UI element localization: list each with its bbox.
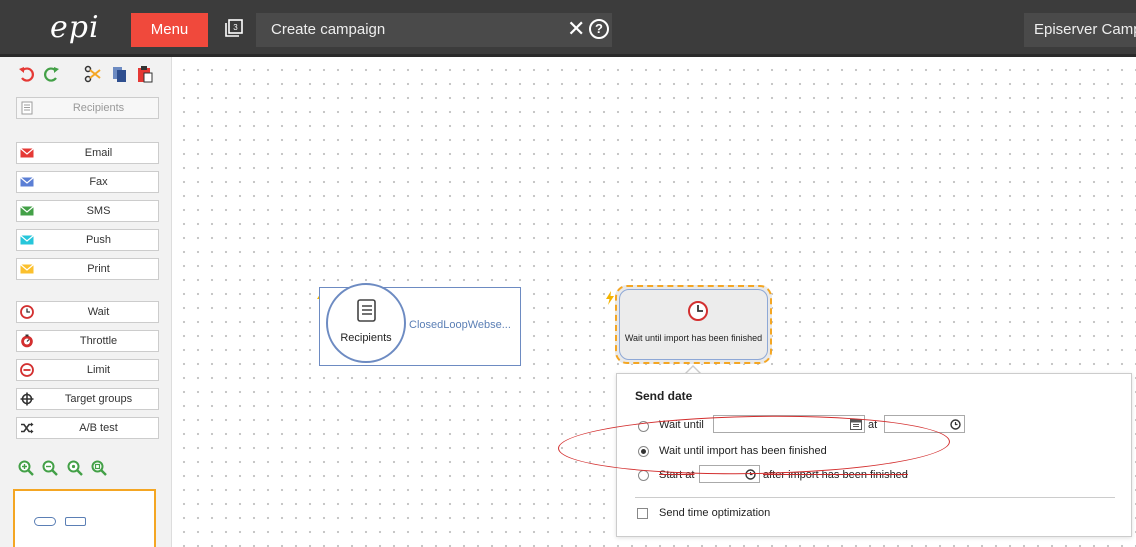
- send-date-popup: Send date Wait until at Wait until impor…: [616, 373, 1132, 537]
- wait-node[interactable]: Wait until import has been finished: [615, 285, 772, 364]
- minimap-node: [65, 517, 86, 526]
- limit-icon: [20, 363, 34, 377]
- at-label: at: [868, 419, 878, 431]
- tool-throttle[interactable]: Throttle: [16, 330, 159, 352]
- undo-icon[interactable]: [18, 65, 36, 83]
- clock-icon: [20, 305, 34, 319]
- tool-ab-test[interactable]: A/B test: [16, 417, 159, 439]
- svg-text:3: 3: [233, 23, 238, 32]
- popup-title: Send date: [635, 389, 693, 403]
- zoom-in-icon[interactable]: [18, 460, 34, 476]
- option-label-import-finished: Wait until import has been finished: [659, 445, 827, 457]
- episerver-logo[interactable]: epi: [50, 10, 100, 45]
- tool-target-groups[interactable]: Target groups: [16, 388, 159, 410]
- tool-label: Wait: [87, 306, 110, 318]
- tool-label: Limit: [86, 364, 111, 376]
- minimap[interactable]: [13, 489, 156, 547]
- campaign-title-field[interactable]: Create campaign: [256, 13, 612, 47]
- cut-icon[interactable]: [84, 65, 102, 83]
- paste-icon[interactable]: [136, 65, 154, 83]
- tool-label: Fax: [89, 176, 108, 188]
- redo-icon[interactable]: [42, 65, 60, 83]
- fax-icon: [20, 177, 34, 187]
- recipients-node-label: Recipients: [340, 332, 392, 344]
- tool-label: Throttle: [79, 335, 118, 347]
- push-icon: [20, 235, 34, 245]
- zoom-reset-icon[interactable]: [67, 460, 83, 476]
- help-icon[interactable]: ?: [589, 19, 609, 39]
- product-switcher[interactable]: Episerver Campaign: [1024, 13, 1136, 47]
- tool-label: Email: [84, 147, 113, 159]
- popup-divider: [635, 497, 1115, 498]
- send-time-optimization-label: Send time optimization: [659, 507, 771, 519]
- copy-icon[interactable]: [110, 65, 128, 83]
- app-window: epi Menu 3 Create campaign ✕ ? Episerver…: [0, 0, 1136, 547]
- calendar-icon[interactable]: [850, 418, 862, 430]
- tool-label: Print: [87, 263, 110, 275]
- option-label-wait-until: Wait until: [659, 419, 704, 431]
- clock-icon: [688, 301, 708, 321]
- shuffle-icon: [21, 422, 34, 434]
- tool-label: SMS: [86, 205, 111, 217]
- notifications-icon[interactable]: 3: [224, 18, 244, 38]
- close-icon[interactable]: ✕: [567, 16, 585, 42]
- tool-limit[interactable]: Limit: [16, 359, 159, 381]
- date-input[interactable]: [713, 415, 865, 433]
- radio-wait-until[interactable]: [638, 421, 649, 432]
- recipients-node-circle[interactable]: [326, 283, 406, 363]
- time-input[interactable]: [884, 415, 965, 433]
- tool-fax[interactable]: Fax: [16, 171, 159, 193]
- tool-wait[interactable]: Wait: [16, 301, 159, 323]
- tool-label: Push: [85, 234, 112, 246]
- tool-label: Target groups: [64, 393, 133, 405]
- clock-icon[interactable]: [745, 469, 756, 480]
- radio-wait-import-finished[interactable]: [638, 446, 649, 457]
- throttle-icon: [21, 334, 33, 348]
- tool-label: A/B test: [79, 422, 118, 434]
- zoom-fit-icon[interactable]: [91, 460, 107, 476]
- radio-start-at[interactable]: [638, 470, 649, 481]
- menu-button[interactable]: Menu: [131, 13, 208, 47]
- tool-email[interactable]: Email: [16, 142, 159, 164]
- trigger-bolt-icon: [606, 291, 614, 305]
- start-time-input[interactable]: [699, 465, 760, 483]
- top-bar: epi Menu 3 Create campaign ✕ ? Episerver…: [0, 0, 1136, 57]
- clock-icon[interactable]: [950, 419, 961, 430]
- print-icon: [20, 264, 34, 274]
- wait-node-body: Wait until import has been finished: [619, 289, 768, 360]
- tool-push[interactable]: Push: [16, 229, 159, 251]
- send-time-optimization-checkbox[interactable]: [637, 508, 648, 519]
- wait-node-label: Wait until import has been finished: [624, 333, 763, 343]
- minimap-node: [34, 517, 56, 526]
- document-icon: [21, 101, 33, 115]
- tool-label: Recipients: [72, 102, 125, 114]
- zoom-out-icon[interactable]: [42, 460, 58, 476]
- tools-sidebar: Recipients Email Fax SMS Push Print Wait…: [0, 57, 172, 547]
- tool-recipients[interactable]: Recipients: [16, 97, 159, 119]
- recipient-list-link[interactable]: ClosedLoopWebse...: [409, 319, 511, 331]
- document-icon: [357, 299, 376, 322]
- sms-icon: [20, 206, 34, 216]
- crosshair-icon: [20, 392, 34, 406]
- tool-print[interactable]: Print: [16, 258, 159, 280]
- tool-sms[interactable]: SMS: [16, 200, 159, 222]
- option-label-start-at: Start at: [659, 469, 695, 481]
- email-icon: [20, 148, 34, 158]
- after-import-label: after import has been finished: [763, 469, 908, 481]
